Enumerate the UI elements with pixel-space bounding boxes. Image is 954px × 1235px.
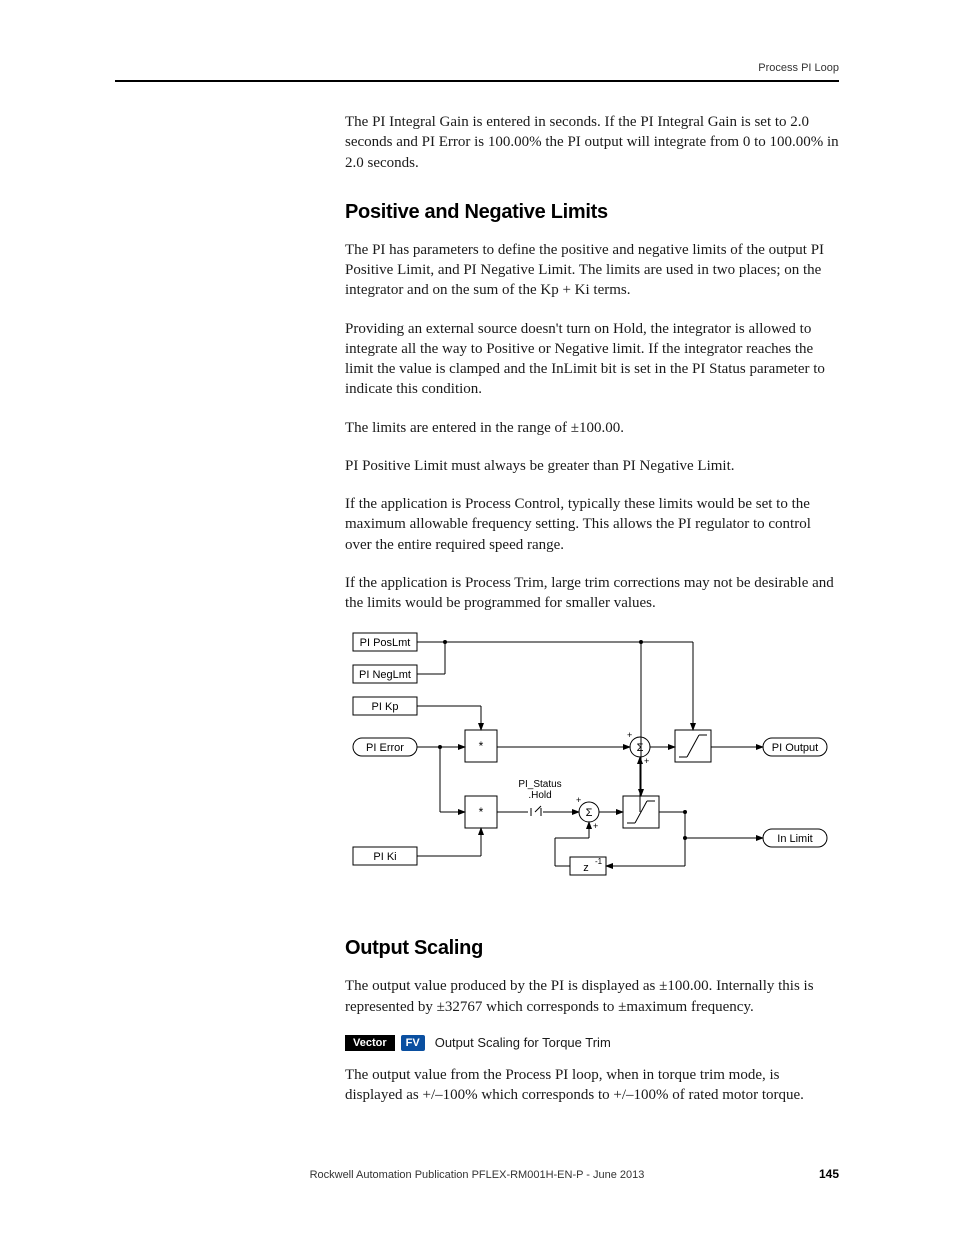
svg-text:*: * [479,805,484,819]
svg-text:+: + [627,730,632,740]
svg-text:PI Output: PI Output [772,742,818,754]
svg-text:.Hold: .Hold [528,790,551,801]
intro-paragraph: The PI Integral Gain is entered in secon… [345,112,840,173]
limits-p2: Providing an external source doesn't tur… [345,319,840,400]
limits-heading: Positive and Negative Limits [345,201,840,224]
badge-row: Vector FV Output Scaling for Torque Trim [345,1035,840,1051]
limits-p4: PI Positive Limit must always be greater… [345,456,840,476]
limits-p3: The limits are entered in the range of ±… [345,418,840,438]
limits-p1: The PI has parameters to define the posi… [345,240,840,301]
svg-text:PI NegLmt: PI NegLmt [359,669,411,681]
footer-publication: Rockwell Automation Publication PFLEX-RM… [0,1169,954,1181]
svg-text:PI Error: PI Error [366,742,404,754]
svg-text:PI_Status: PI_Status [518,779,561,790]
scaling-badge-label: Output Scaling for Torque Trim [435,1035,611,1050]
svg-text:Σ: Σ [637,742,644,754]
header-rule [115,80,839,82]
svg-text:Σ: Σ [586,807,593,819]
svg-text:-1: -1 [595,857,603,866]
main-content: The PI Integral Gain is entered in secon… [345,112,840,1123]
svg-text:+: + [593,821,598,831]
limits-p5: If the application is Process Control, t… [345,494,840,555]
svg-text:PI Ki: PI Ki [373,851,396,863]
svg-text:+: + [576,795,581,805]
limits-p6: If the application is Process Trim, larg… [345,573,840,614]
vector-badge: Vector [345,1035,395,1051]
svg-text:*: * [479,739,484,753]
page-number: 145 [819,1167,839,1181]
svg-text:PI PosLmt: PI PosLmt [360,637,411,649]
scaling-heading: Output Scaling [345,937,840,960]
fv-badge: FV [401,1035,425,1051]
scaling-p2: The output value from the Process PI loo… [345,1065,840,1106]
svg-text:+: + [644,756,649,766]
running-head: Process PI Loop [758,62,839,74]
svg-text:z: z [583,862,589,874]
svg-text:In Limit: In Limit [777,833,812,845]
svg-text:PI Kp: PI Kp [372,701,399,713]
scaling-p1: The output value produced by the PI is d… [345,976,840,1017]
block-diagram: PI PosLmt PI NegLmt PI Kp PI Error PI Ki… [345,631,840,901]
